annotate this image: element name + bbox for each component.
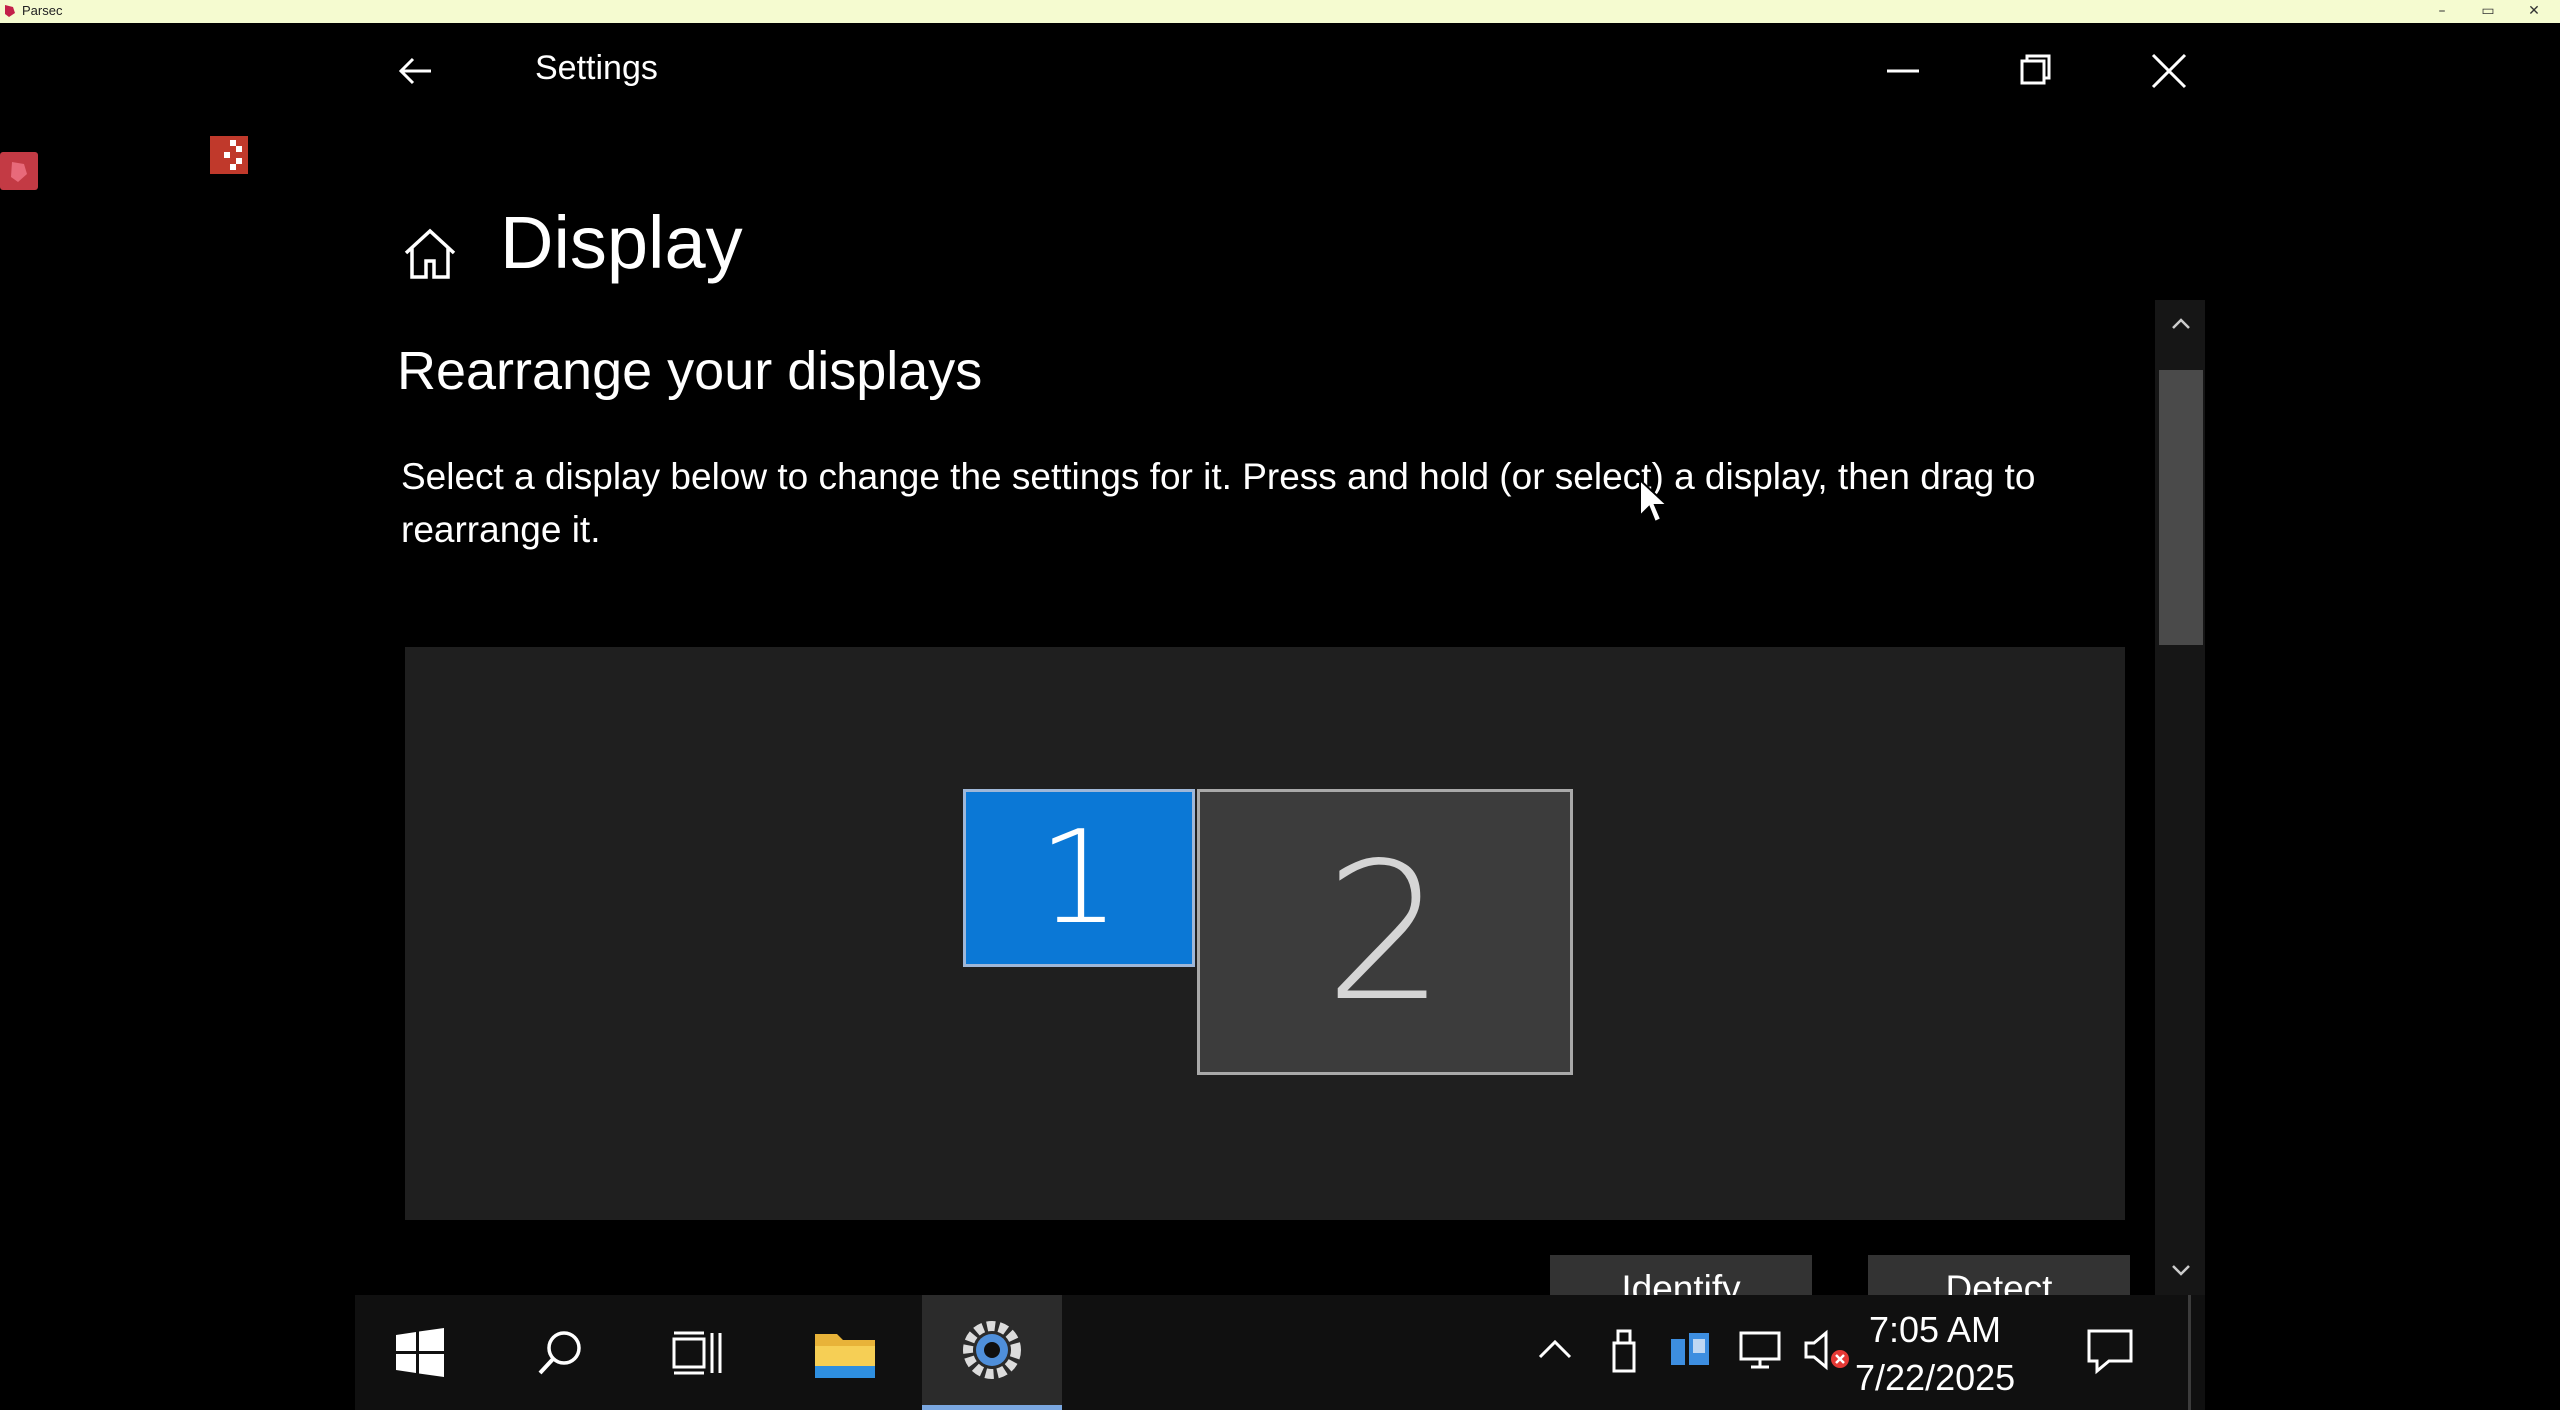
host-title: Parsec bbox=[22, 3, 63, 18]
host-close-button[interactable]: ✕ bbox=[2512, 0, 2556, 23]
pixelated-app-icon[interactable] bbox=[210, 136, 248, 174]
search-icon bbox=[538, 1330, 581, 1374]
start-icon bbox=[396, 1327, 444, 1377]
window-titlebar: Settings bbox=[355, 23, 2205, 118]
action-center-icon[interactable] bbox=[2085, 1325, 2135, 1375]
minimize-icon[interactable] bbox=[1873, 43, 1933, 99]
volume-muted-icon[interactable] bbox=[1802, 1325, 1852, 1375]
file-explorer-button[interactable] bbox=[800, 1295, 890, 1410]
clock-date: 7/22/2025 bbox=[1855, 1357, 2016, 1398]
host-minimize-button[interactable]: – bbox=[2420, 0, 2464, 23]
display-1-label: 1 bbox=[1038, 803, 1120, 953]
show-desktop-divider[interactable] bbox=[2188, 1295, 2191, 1410]
close-icon[interactable] bbox=[2139, 43, 2199, 99]
taskbar: 7:05 AM 7/22/2025 bbox=[355, 1295, 2205, 1410]
network-icon[interactable] bbox=[1735, 1325, 1785, 1375]
start-button[interactable] bbox=[375, 1295, 465, 1410]
app-logo-icon bbox=[11, 162, 27, 182]
parsec-logo-icon bbox=[5, 5, 15, 17]
settings-window: Settings Display Rearrange your displays… bbox=[355, 23, 2205, 1295]
show-hidden-icons-chevron-icon[interactable] bbox=[1530, 1325, 1580, 1375]
display-2-tile[interactable]: 2 bbox=[1197, 789, 1573, 1075]
detect-button[interactable]: Detect bbox=[1868, 1255, 2130, 1295]
display-1-tile[interactable]: 1 bbox=[963, 789, 1195, 967]
search-button[interactable] bbox=[515, 1295, 605, 1410]
back-arrow-icon[interactable] bbox=[395, 51, 435, 91]
clock-time: 7:05 AM bbox=[1868, 1309, 2002, 1350]
scroll-down-icon[interactable] bbox=[2169, 1258, 2193, 1282]
section-description: Select a display below to change the set… bbox=[401, 456, 2036, 550]
home-icon[interactable] bbox=[400, 223, 460, 283]
task-view-button[interactable] bbox=[653, 1295, 743, 1410]
display-arrangement-area[interactable]: 1 2 bbox=[405, 647, 2125, 1220]
vertical-scrollbar[interactable] bbox=[2155, 300, 2205, 1295]
usb-eject-icon[interactable] bbox=[1600, 1325, 1650, 1375]
host-titlebar: Parsec – ▭ ✕ bbox=[0, 0, 2560, 23]
window-title: Settings bbox=[535, 49, 658, 87]
identify-button[interactable]: Identify bbox=[1550, 1255, 1812, 1295]
page-header: Display bbox=[355, 118, 2205, 300]
file-explorer-icon bbox=[815, 1333, 875, 1378]
scroll-up-icon[interactable] bbox=[2169, 312, 2193, 336]
display-2-label: 2 bbox=[1324, 821, 1446, 1043]
desktop-app-icon[interactable] bbox=[0, 152, 38, 190]
mouse-cursor-icon bbox=[1639, 478, 1668, 524]
taskbar-clock[interactable]: 7:05 AM 7/22/2025 bbox=[1855, 1307, 2015, 1403]
settings-taskbar-button[interactable] bbox=[922, 1295, 1062, 1410]
scrollbar-thumb[interactable] bbox=[2159, 370, 2203, 645]
section-title: Rearrange your displays bbox=[397, 341, 983, 401]
content-scroll-area: Rearrange your displays Select a display… bbox=[355, 300, 2155, 1295]
page-title: Display bbox=[500, 201, 743, 284]
restore-icon[interactable] bbox=[2005, 43, 2065, 99]
task-view-icon bbox=[672, 1331, 722, 1374]
host-maximize-button[interactable]: ▭ bbox=[2466, 0, 2510, 23]
settings-app-icon bbox=[963, 1321, 1021, 1379]
network-share-icon[interactable] bbox=[1667, 1325, 1717, 1375]
